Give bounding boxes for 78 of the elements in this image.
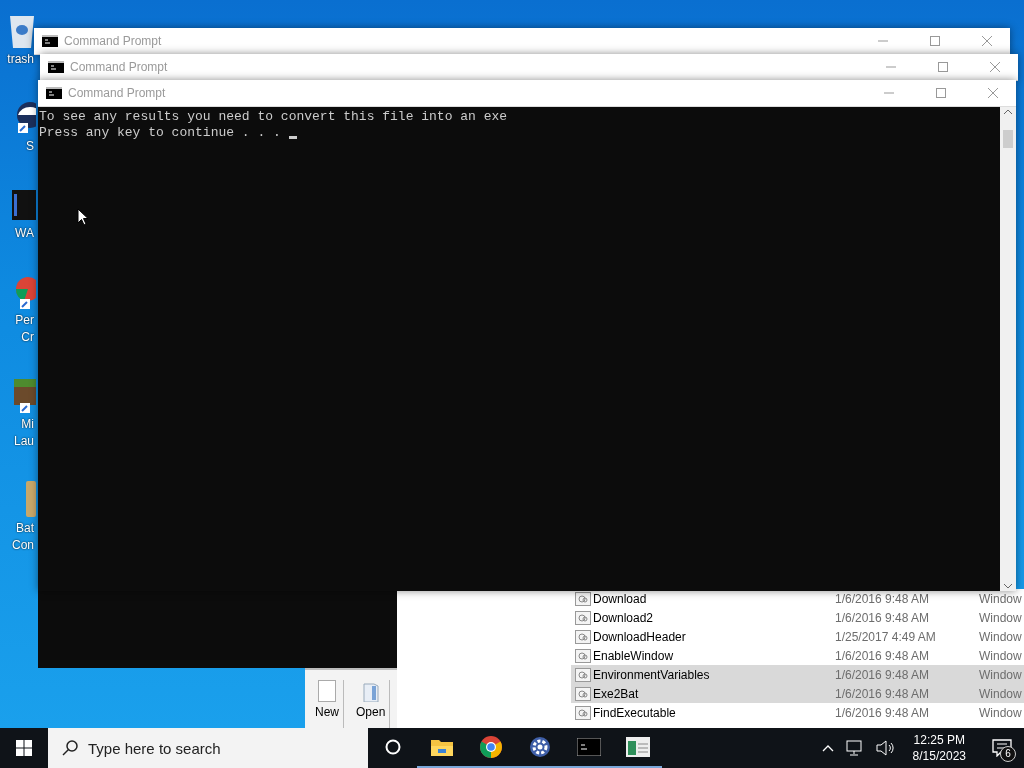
text-cursor	[288, 136, 297, 139]
file-date: 1/6/2016 9:48 AM	[835, 686, 931, 701]
minimize-icon	[886, 66, 896, 68]
file-type: Window	[979, 648, 1023, 663]
file-date: 1/6/2016 9:48 AM	[835, 610, 931, 625]
scroll-thumb[interactable]	[1003, 130, 1013, 148]
clock[interactable]: 12:25 PM 8/15/2023	[904, 732, 974, 764]
file-row[interactable]: EnableWindow 1/6/2016 9:48 AM Window	[571, 646, 1024, 665]
file-row[interactable]: Download2 1/6/2016 9:48 AM Window	[571, 608, 1024, 627]
close-icon	[990, 62, 1000, 72]
window-title: Command Prompt	[70, 60, 169, 74]
file-date: 1/6/2016 9:48 AM	[835, 648, 931, 663]
console-line: To see any results you need to convert this file into an exe	[39, 109, 508, 125]
notification-count: 6	[1000, 746, 1016, 762]
scroll-up-icon[interactable]	[1004, 109, 1012, 114]
notification-button[interactable]: 6	[980, 728, 1024, 768]
dll-file-icon	[575, 629, 591, 644]
file-date: 1/6/2016 9:48 AM	[835, 667, 931, 682]
console-icon	[48, 61, 64, 73]
close-icon	[988, 88, 998, 98]
console-line: Press any key to continue . . .	[39, 125, 282, 141]
desktop-icon-label[interactable]: Per	[0, 313, 36, 328]
file-name: EnvironmentVariables	[593, 667, 711, 682]
minimize-icon	[884, 92, 894, 94]
scrollbar[interactable]	[1000, 107, 1016, 591]
file-name: Exe2Bat	[593, 686, 640, 701]
mouse-pointer-icon	[77, 208, 89, 226]
file-name: EnableWindow	[593, 648, 675, 663]
file-type: Window	[979, 667, 1023, 682]
close-icon	[982, 36, 992, 46]
file-row[interactable]: Exe2Bat 1/6/2016 9:48 AM Window	[571, 684, 1024, 703]
console-icon[interactable]	[576, 738, 601, 756]
file-name: Download2	[593, 610, 655, 625]
file-type: Window	[979, 591, 1023, 606]
maximize-icon	[938, 62, 948, 72]
file-date: 1/25/2017 4:49 AM	[835, 629, 937, 644]
file-name: FindExecutable	[593, 705, 677, 720]
file-name: DownloadHeader	[593, 629, 687, 644]
file-type: Window	[979, 686, 1023, 701]
file-row[interactable]: FindExecutable 1/6/2016 9:48 AM Window	[571, 703, 1024, 722]
new-button[interactable]: New	[311, 680, 344, 728]
console-icon	[42, 35, 58, 47]
notepad-icon[interactable]	[625, 737, 650, 757]
maximize-icon	[930, 36, 940, 46]
search-icon	[62, 740, 78, 756]
search-field[interactable]: Type here to search	[48, 728, 368, 768]
file-date: 1/6/2016 9:48 AM	[835, 705, 931, 720]
blank-page-icon	[318, 680, 336, 702]
file-type: Window	[979, 629, 1023, 644]
desktop-icon-label[interactable]: Cr	[0, 330, 36, 345]
chat-bubble-icon	[992, 739, 1012, 757]
window-title: Command Prompt	[68, 86, 167, 100]
dll-file-icon	[575, 705, 591, 720]
folder-icon[interactable]	[429, 737, 454, 757]
desktop-icon-label[interactable]: trash	[0, 52, 36, 67]
file-date: 1/6/2016 9:48 AM	[835, 591, 931, 606]
file-type: Window	[979, 610, 1023, 625]
desktop-icon-label[interactable]: WA	[0, 226, 36, 241]
open-button[interactable]: Open	[352, 680, 391, 728]
minimize-icon	[878, 40, 888, 42]
browser-icon[interactable]	[478, 735, 503, 759]
maximize-icon	[936, 88, 946, 98]
scroll-down-icon[interactable]	[1004, 584, 1012, 589]
windows-logo-icon	[16, 740, 32, 756]
file-row[interactable]: DownloadHeader 1/25/2017 4:49 AM Window	[571, 627, 1024, 646]
dll-file-icon	[575, 648, 591, 663]
console-icon	[46, 87, 62, 99]
file-name: Download	[593, 591, 648, 606]
file-row[interactable]: EnvironmentVariables 1/6/2016 9:48 AM Window	[571, 665, 1024, 684]
file-row[interactable]: Download 1/6/2016 9:48 AM Window	[571, 589, 1024, 608]
file-type: Window	[979, 705, 1023, 720]
gear-icon[interactable]	[528, 736, 551, 758]
window-title: Command Prompt	[64, 34, 163, 48]
dll-file-icon	[575, 686, 591, 701]
dll-file-icon	[575, 610, 591, 625]
desktop-icon-label[interactable]: S	[0, 139, 36, 154]
dll-file-icon	[575, 667, 591, 682]
circle-icon[interactable]	[384, 739, 401, 755]
